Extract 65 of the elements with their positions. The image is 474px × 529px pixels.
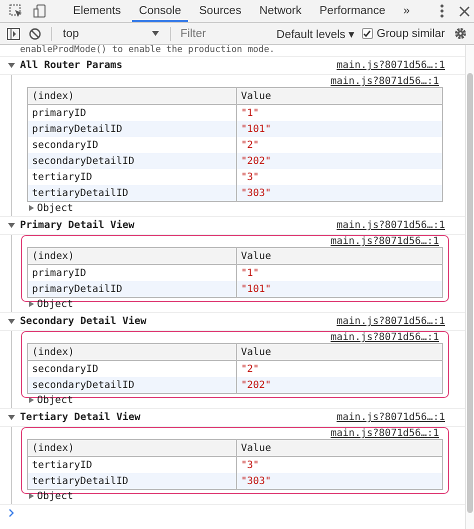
column-header: Value <box>236 440 442 456</box>
source-link[interactable]: main.js?8071d56…:1 <box>336 60 445 71</box>
more-options-icon[interactable] <box>440 4 444 18</box>
panel-tab[interactable]: Network <box>252 0 309 22</box>
table-cell: "303" <box>236 185 442 202</box>
column-header: Value <box>236 88 442 104</box>
group-title: Secondary Detail View <box>20 316 146 327</box>
close-icon[interactable] <box>458 6 470 16</box>
settings-icon[interactable] <box>454 27 468 40</box>
object-toggle[interactable]: Object <box>27 297 449 311</box>
table-cell: "101" <box>236 121 442 137</box>
device-icon[interactable] <box>33 4 47 18</box>
source-link[interactable]: main.js?8071d56…:1 <box>336 316 445 327</box>
object-toggle[interactable]: Object <box>27 201 449 215</box>
scrollbar[interactable] <box>465 45 474 529</box>
table-cell: "303" <box>236 473 442 490</box>
source-link[interactable]: main.js?8071d56…:1 <box>330 332 439 343</box>
group-title: Primary Detail View <box>20 220 134 231</box>
table-cell: tertiaryDetailID <box>28 473 236 490</box>
source-link[interactable]: main.js?8071d56…:1 <box>330 236 439 247</box>
checkmark-icon <box>363 30 372 38</box>
clear-console-icon[interactable] <box>29 28 41 40</box>
table-cell: secondaryDetailID <box>28 377 236 394</box>
table-cell: "202" <box>236 153 442 169</box>
collapsed-triangle-icon <box>29 205 34 211</box>
column-header: Value <box>236 248 442 264</box>
sidebar-toggle-icon[interactable] <box>7 28 20 40</box>
column-header: (index) <box>28 248 236 264</box>
column-header: Value <box>236 344 442 360</box>
console-message: enableProdMode() to enable the production mode. <box>19 45 276 56</box>
expand-triangle-icon[interactable] <box>8 414 15 421</box>
group-title: Tertiary Detail View <box>20 412 140 423</box>
levels-dropdown[interactable]: Default levels ▾ <box>276 26 355 40</box>
expand-triangle-icon[interactable] <box>8 318 15 325</box>
column-header: (index) <box>28 440 236 456</box>
collapsed-triangle-icon <box>29 493 34 499</box>
inspect-icon[interactable] <box>9 4 23 18</box>
collapsed-triangle-icon <box>29 301 34 307</box>
table-cell: "101" <box>236 281 442 298</box>
source-link[interactable]: main.js?8071d56…:1 <box>336 412 445 423</box>
panel-tab[interactable]: Elements <box>66 0 128 22</box>
source-link[interactable]: main.js?8071d56…:1 <box>336 220 445 231</box>
panel-tab[interactable]: Sources <box>192 0 248 22</box>
prompt-icon[interactable] <box>9 509 14 517</box>
caret-icon <box>152 31 158 36</box>
collapsed-triangle-icon <box>29 397 34 403</box>
table-cell: primaryDetailID <box>28 281 236 298</box>
table-cell: primaryDetailID <box>28 121 236 137</box>
column-header: (index) <box>28 88 236 104</box>
expand-triangle-icon[interactable] <box>8 62 15 69</box>
group-similar-checkbox[interactable]: Group similar <box>362 28 446 40</box>
table-cell: "202" <box>236 377 442 394</box>
filter-field[interactable]: Filter <box>177 28 274 40</box>
source-link[interactable]: main.js?8071d56…:1 <box>330 76 439 87</box>
object-toggle[interactable]: Object <box>27 393 449 407</box>
panel-tab[interactable]: Performance <box>312 0 392 22</box>
table-cell: tertiaryDetailID <box>28 185 236 202</box>
group-title: All Router Params <box>20 60 122 71</box>
more-tabs-button[interactable]: » <box>396 0 417 22</box>
context-select[interactable]: top <box>58 28 162 40</box>
source-link[interactable]: main.js?8071d56…:1 <box>330 428 439 439</box>
column-header: (index) <box>28 344 236 360</box>
expand-triangle-icon[interactable] <box>8 222 15 229</box>
object-toggle[interactable]: Object <box>27 489 449 503</box>
table-cell: secondaryDetailID <box>28 153 236 169</box>
